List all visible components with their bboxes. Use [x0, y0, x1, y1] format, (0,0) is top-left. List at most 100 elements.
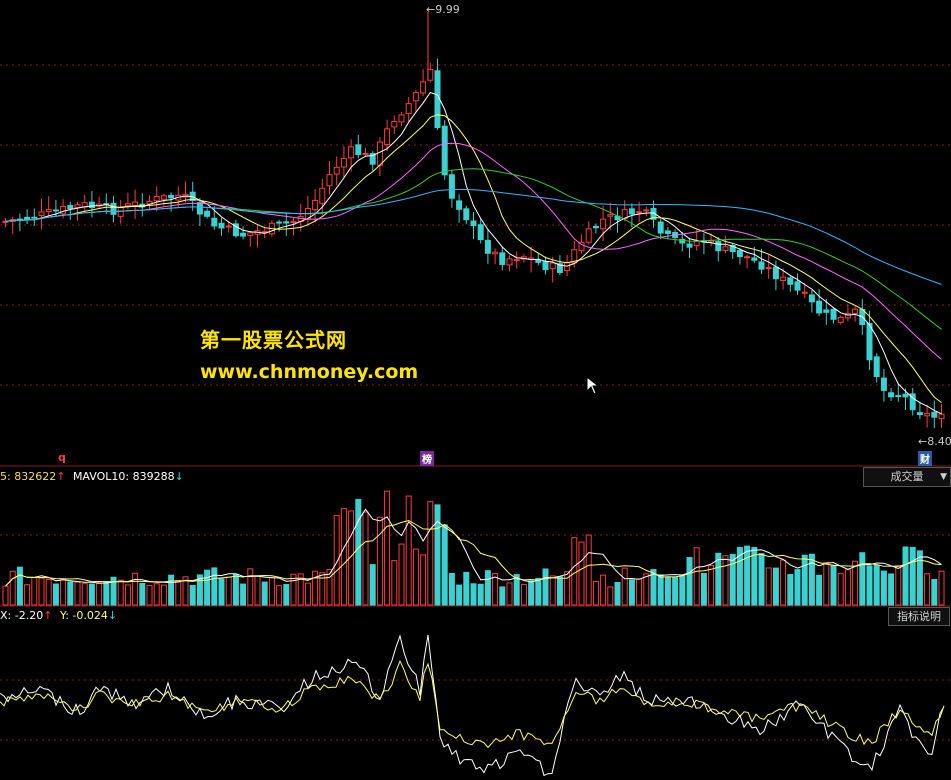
volume-bar — [362, 511, 369, 606]
volume-bar — [916, 550, 923, 606]
price-low-label: ←8.40 — [918, 435, 951, 448]
candle-body — [499, 252, 506, 265]
candle-body — [153, 195, 160, 202]
volume-bar — [787, 574, 794, 606]
candle-body — [600, 218, 607, 230]
volume-bar — [60, 579, 67, 606]
candle-body — [211, 217, 218, 227]
volume-bar — [614, 581, 621, 606]
volume-bar — [211, 567, 218, 606]
candle-body — [132, 201, 139, 206]
event-marker-bang[interactable]: 榜 — [420, 451, 434, 466]
volume-bar — [873, 564, 880, 606]
volume-bar — [938, 570, 945, 606]
volume-bar — [189, 584, 196, 606]
volume-bar — [67, 581, 74, 606]
candle-body — [830, 308, 837, 320]
volume-bar — [132, 572, 139, 606]
volume-bar — [672, 577, 679, 606]
volume-bar — [441, 524, 448, 606]
volume-bar — [571, 537, 578, 606]
candle-body — [45, 209, 52, 213]
volume-bar — [823, 561, 830, 606]
volume-bar — [780, 559, 787, 606]
candle-body — [794, 281, 801, 291]
volume-bar — [52, 583, 59, 606]
volume-bar — [103, 580, 110, 606]
volume-bar — [585, 534, 592, 606]
volume-bar — [621, 567, 628, 606]
volume-bar — [448, 572, 455, 606]
event-marker-cai[interactable]: 财 — [918, 451, 932, 466]
volume-bar — [420, 554, 427, 606]
volume-bar — [808, 553, 815, 606]
candle-body — [88, 201, 95, 209]
volume-bar — [520, 584, 527, 606]
volume-bar — [74, 581, 81, 606]
kline-chart[interactable] — [0, 0, 951, 780]
volume-bar — [686, 557, 693, 606]
candle-body — [441, 125, 448, 176]
indicator-y-line — [0, 659, 945, 749]
ma5-line — [5, 91, 942, 415]
volume-bar — [146, 585, 153, 606]
candle-body — [513, 259, 520, 262]
candle-body — [535, 259, 542, 263]
ma10-line — [5, 114, 942, 403]
volume-indicator-selector[interactable]: 成交量 ▼ — [863, 467, 951, 487]
candle-body — [542, 260, 549, 271]
volume-bar — [16, 566, 23, 606]
volume-bar — [31, 577, 38, 606]
volume-bar — [232, 573, 239, 606]
volume-bar — [369, 564, 376, 606]
volume-bar — [225, 576, 232, 606]
volume-bar — [88, 583, 95, 606]
candle-body — [780, 276, 787, 282]
event-marker-q[interactable]: q — [58, 451, 66, 464]
volume-bar — [470, 583, 477, 606]
candle-body — [866, 322, 873, 361]
candle-body — [736, 249, 743, 258]
indicator-help-button[interactable]: 指标说明 — [888, 607, 950, 626]
volume-bar — [528, 580, 535, 606]
volume-bar — [578, 541, 585, 606]
volume-bar — [9, 570, 16, 606]
candle-body — [664, 230, 671, 235]
candle-body — [636, 211, 643, 214]
candle-body — [124, 203, 131, 207]
volume-bar — [765, 567, 772, 606]
volume-bar — [693, 547, 700, 606]
volume-ma5-line — [5, 508, 942, 587]
volume-bar — [463, 571, 470, 606]
volume-bar — [592, 581, 599, 606]
candle-body — [643, 209, 650, 212]
candle-body — [391, 121, 398, 128]
candle-body — [168, 194, 175, 199]
volume-bar — [117, 579, 124, 606]
volume-bar — [924, 573, 931, 606]
volume-bar — [175, 579, 182, 606]
volume-bar — [124, 584, 131, 606]
volume-bar — [96, 583, 103, 606]
volume-bar — [168, 574, 175, 606]
volume-bar — [283, 584, 290, 606]
volume-bar — [405, 495, 412, 606]
candle-body — [218, 222, 225, 229]
candle-body — [801, 291, 808, 294]
volume-bar — [801, 554, 808, 606]
volume-bar — [153, 583, 160, 606]
candle-body — [765, 267, 772, 270]
volume-bar — [794, 569, 801, 606]
volume-bar — [816, 574, 823, 606]
volume-bar — [542, 568, 549, 606]
candle-body — [225, 225, 232, 228]
volume-bar — [888, 573, 895, 606]
volume-bar — [477, 583, 484, 606]
candle-body — [470, 220, 477, 227]
candle-body — [348, 146, 355, 159]
volume-bar — [852, 560, 859, 606]
volume-bar — [412, 548, 419, 606]
volume-bar — [333, 515, 340, 606]
candle-body — [772, 266, 779, 280]
volume-bar — [931, 578, 938, 606]
